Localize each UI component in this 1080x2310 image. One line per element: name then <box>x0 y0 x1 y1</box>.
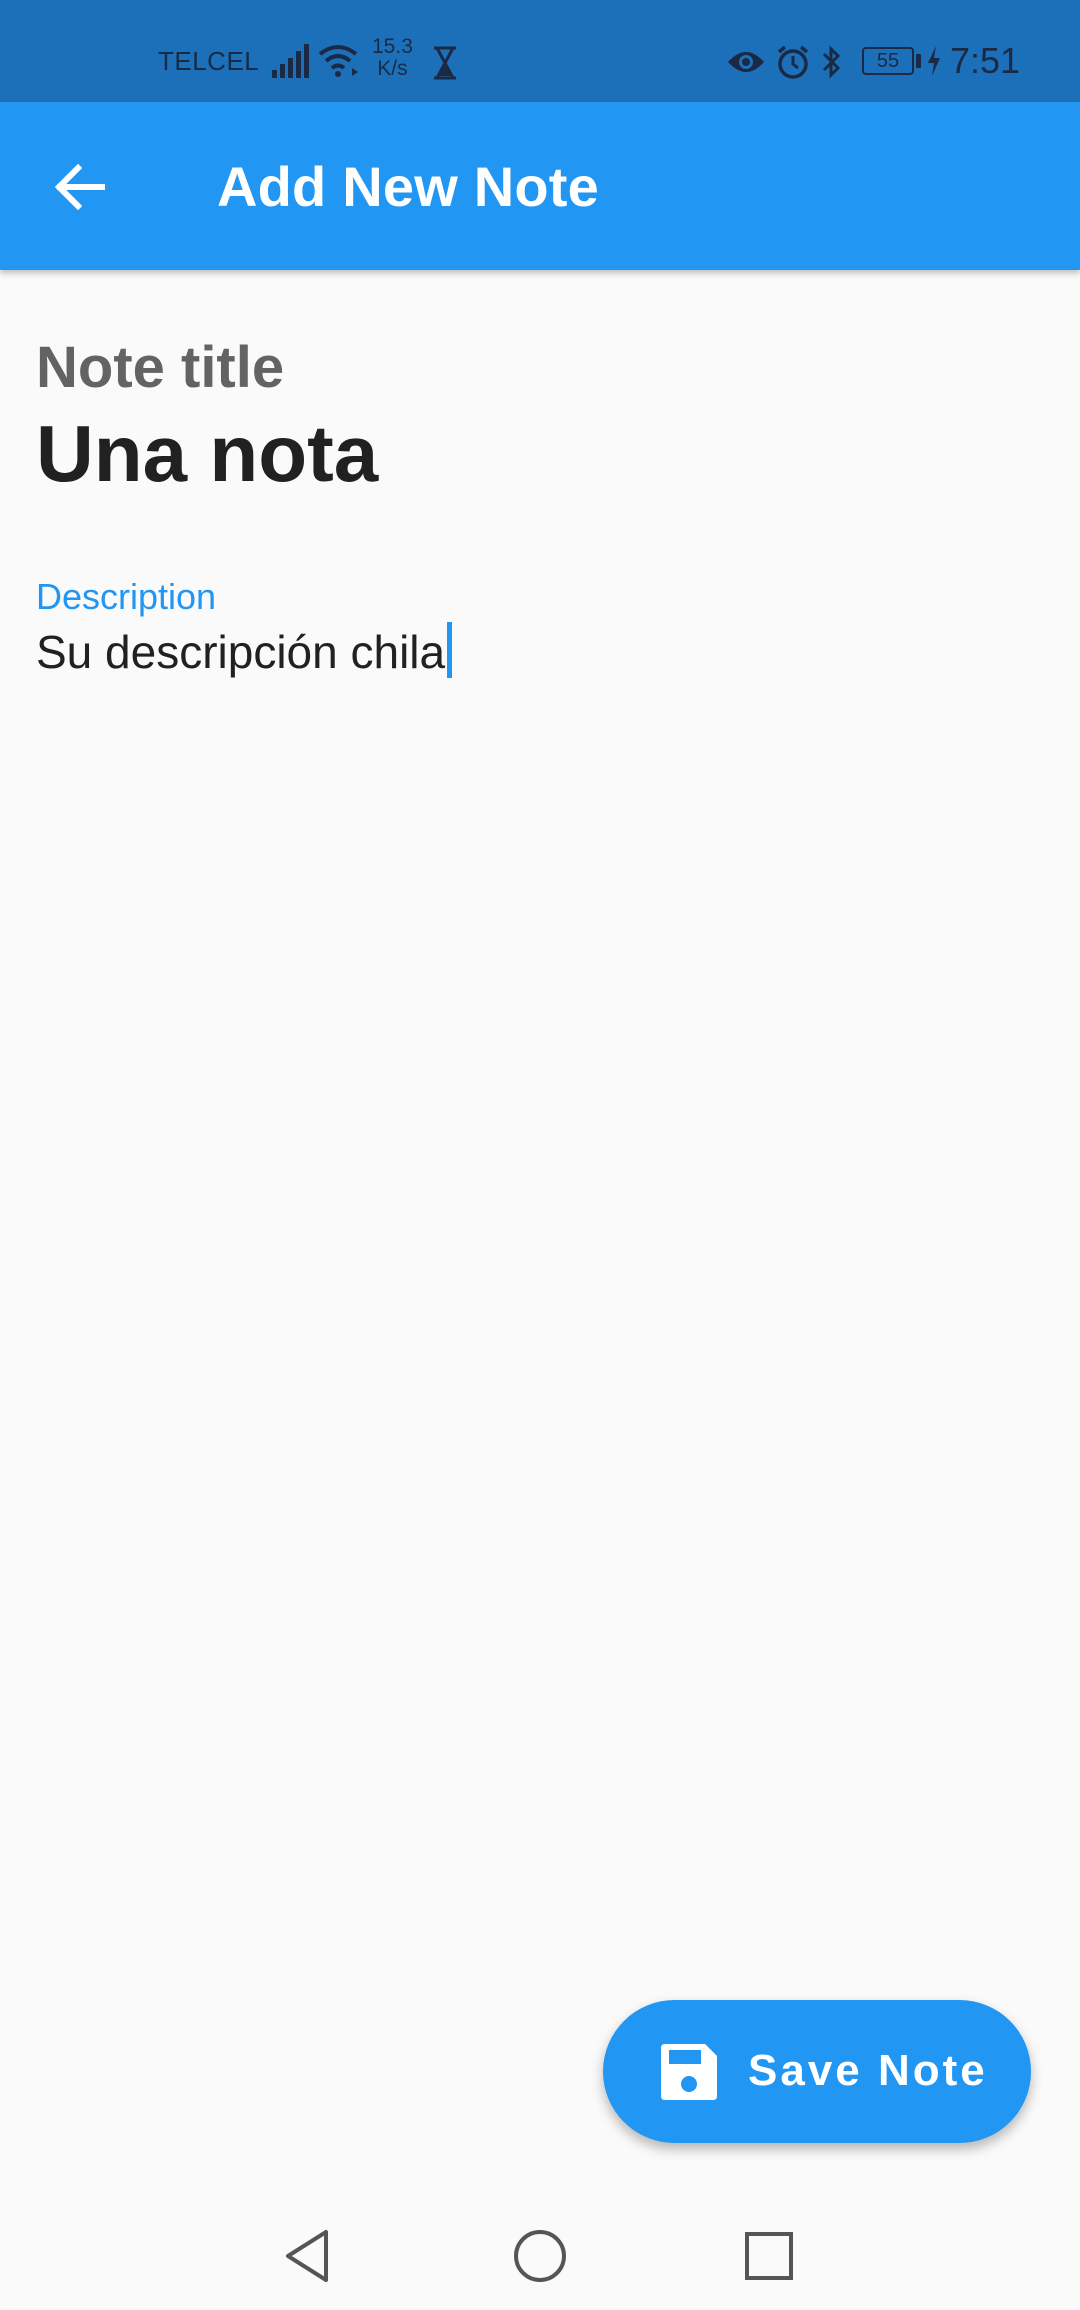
bluetooth-icon <box>822 45 841 79</box>
charging-icon <box>928 46 940 76</box>
save-note-label: Save Note <box>748 2046 988 2095</box>
carrier-label: TELCEL <box>158 46 260 76</box>
system-nav-bar <box>0 2190 1080 2310</box>
eye-icon <box>728 52 764 72</box>
speed-unit: K/s <box>377 57 408 80</box>
save-icon <box>661 2044 717 2100</box>
back-triangle-icon <box>286 2230 328 2282</box>
nav-recents-button[interactable] <box>739 2226 799 2286</box>
hourglass-icon <box>434 46 456 80</box>
home-circle-icon <box>514 2230 566 2282</box>
page-title: Add New Note <box>217 155 599 218</box>
back-button[interactable] <box>40 147 126 227</box>
wifi-icon <box>318 45 358 77</box>
battery-icon: 55 <box>862 47 914 75</box>
note-title-input[interactable]: Una nota <box>36 408 1036 500</box>
recents-square-icon <box>745 2232 793 2280</box>
arrow-back-icon <box>54 163 105 211</box>
description-text: Su descripción chila <box>36 626 446 678</box>
nav-back-button[interactable] <box>280 2226 340 2286</box>
clock: 7:51 <box>950 40 1021 81</box>
network-speed: 15.3 K/s <box>372 36 413 80</box>
alarm-icon <box>777 45 809 79</box>
signal-icon <box>272 44 309 78</box>
status-bar: TELCEL 15.3 K/s 55 7:51 <box>0 0 1080 102</box>
description-input[interactable]: Su descripción chila <box>36 622 453 679</box>
text-cursor <box>447 622 453 678</box>
speed-value: 15.3 <box>372 35 413 58</box>
battery-tip <box>916 54 921 68</box>
note-title-label: Note title <box>36 335 285 400</box>
app-bar: Add New Note <box>0 102 1080 270</box>
save-note-button[interactable]: Save Note <box>603 2000 1031 2143</box>
description-label: Description <box>36 576 217 617</box>
nav-home-button[interactable] <box>510 2226 570 2286</box>
